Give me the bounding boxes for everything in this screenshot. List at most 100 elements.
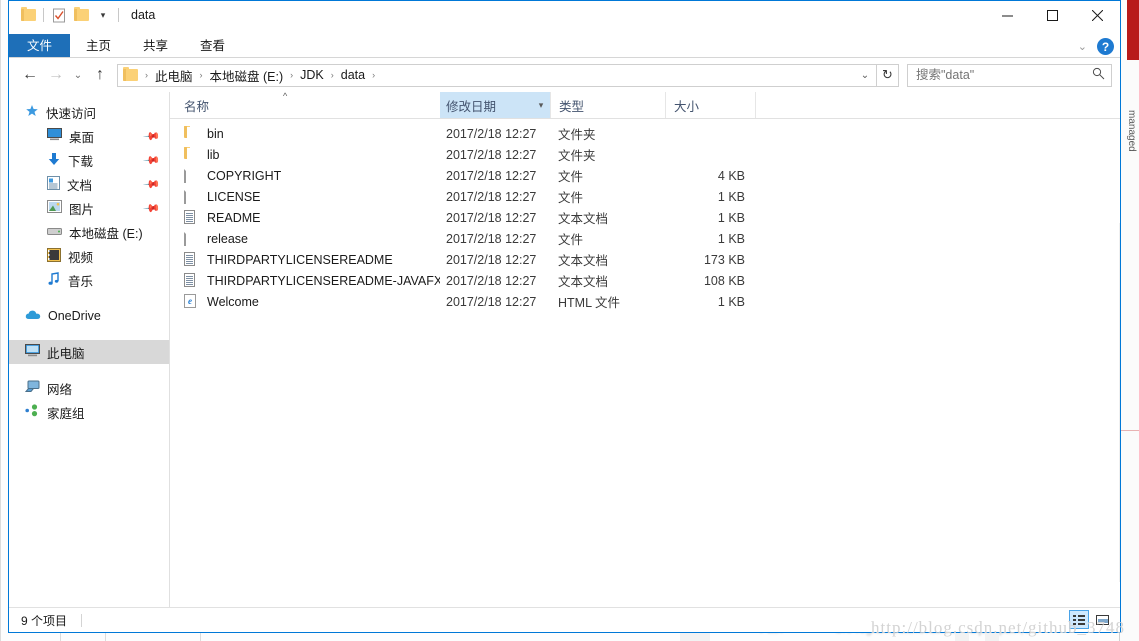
collapse-ribbon-icon[interactable]: ⌄: [1078, 40, 1087, 53]
close-button[interactable]: [1075, 1, 1120, 29]
forward-button[interactable]: →: [43, 62, 69, 88]
background-red-bar: [1127, 0, 1139, 60]
search-box[interactable]: [907, 63, 1112, 87]
column-header-size[interactable]: 大小: [665, 92, 755, 118]
file-name: THIRDPARTYLICENSEREADME-JAVAFX: [207, 273, 440, 288]
recent-locations-icon[interactable]: ⌄: [69, 62, 87, 88]
background-glyph: managed: [1126, 110, 1137, 152]
status-bar: 9 个项目: [9, 607, 1120, 632]
file-name: THIRDPARTYLICENSEREADME: [207, 252, 393, 267]
back-button[interactable]: ←: [17, 62, 43, 88]
chevron-down-icon[interactable]: ▾: [532, 92, 550, 118]
sidebar-item-onedrive[interactable]: OneDrive: [9, 304, 169, 328]
table-row[interactable]: bin 2017/2/18 12:27 文件夹: [170, 123, 1120, 144]
file-size: 1 KB: [717, 294, 745, 309]
breadcrumb-item-data[interactable]: data: [337, 68, 369, 82]
sidebar-item-this-pc[interactable]: 此电脑: [9, 340, 169, 364]
up-button[interactable]: ↑: [87, 62, 113, 88]
quick-access-toolbar[interactable]: ▾: [9, 1, 123, 29]
column-header-type[interactable]: 类型: [550, 92, 665, 118]
table-row[interactable]: lib 2017/2/18 12:27 文件夹: [170, 144, 1120, 165]
file-type: 文件: [558, 170, 584, 184]
table-row[interactable]: e Welcome 2017/2/18 12:27 HTML 文件 1 KB: [170, 291, 1120, 312]
file-name-cell[interactable]: lib: [170, 147, 440, 162]
html-file-icon: e: [184, 294, 199, 309]
large-icons-view-button[interactable]: [1092, 610, 1112, 629]
desktop-icon: [47, 128, 62, 144]
breadcrumb-separator: ›: [145, 70, 148, 80]
maximize-button[interactable]: [1030, 1, 1075, 29]
scrollbar-track[interactable]: [1119, 223, 1120, 582]
view-mode-buttons[interactable]: [1069, 610, 1112, 629]
sidebar-item-label: 视频: [68, 250, 94, 265]
sidebar-item-desktop[interactable]: 桌面 📌: [9, 124, 169, 148]
file-icon: [184, 231, 199, 246]
table-row[interactable]: LICENSE 2017/2/18 12:27 文件 1 KB: [170, 186, 1120, 207]
sidebar-item-quick-access[interactable]: 快速访问: [9, 100, 169, 124]
file-date: 2017/2/18 12:27: [446, 189, 537, 204]
pin-icon[interactable]: 📌: [143, 199, 162, 217]
sidebar-item-music[interactable]: 音乐: [9, 268, 169, 292]
breadcrumb-item-thispc[interactable]: 此电脑: [151, 66, 197, 85]
chevron-down-icon[interactable]: ▾: [92, 4, 114, 26]
refresh-button[interactable]: ↻: [877, 63, 899, 87]
sidebar-item-pictures[interactable]: 图片 📌: [9, 196, 169, 220]
search-input[interactable]: [914, 67, 1092, 83]
tab-view[interactable]: 查看: [184, 34, 241, 58]
minimize-button[interactable]: [985, 1, 1030, 29]
pin-icon[interactable]: 📌: [143, 175, 162, 193]
file-type: 文本文档: [558, 254, 609, 268]
new-folder-icon[interactable]: [70, 4, 92, 26]
details-view-button[interactable]: [1069, 610, 1089, 629]
file-name-cell[interactable]: LICENSE: [170, 189, 440, 204]
folder-icon[interactable]: [17, 4, 39, 26]
breadcrumb-item-jdk[interactable]: JDK: [296, 68, 328, 82]
pin-icon[interactable]: 📌: [143, 127, 162, 145]
sidebar-item-label: 桌面: [69, 130, 95, 145]
sidebar-item-local-disk-e[interactable]: 本地磁盘 (E:): [9, 220, 169, 244]
table-row[interactable]: THIRDPARTYLICENSEREADME 2017/2/18 12:27 …: [170, 249, 1120, 270]
large-icons-view-icon: [1095, 614, 1109, 625]
breadcrumb-separator: ›: [199, 70, 203, 80]
window-controls[interactable]: [985, 1, 1120, 29]
file-name-cell[interactable]: COPYRIGHT: [170, 168, 440, 183]
homegroup-icon: [25, 404, 40, 420]
file-name-cell[interactable]: bin: [170, 126, 440, 141]
text-document-icon: [184, 273, 199, 288]
file-name-cell[interactable]: e Welcome: [170, 294, 440, 309]
sidebar-item-documents[interactable]: 文档 📌: [9, 172, 169, 196]
column-header-name[interactable]: 名称 ^: [170, 91, 440, 118]
sidebar-item-network[interactable]: 网络: [9, 376, 169, 400]
file-size: 108 KB: [703, 273, 745, 288]
search-icon[interactable]: [1092, 67, 1105, 83]
file-name-cell[interactable]: THIRDPARTYLICENSEREADME: [170, 252, 440, 267]
tab-share[interactable]: 共享: [127, 34, 184, 58]
file-date: 2017/2/18 12:27: [446, 147, 537, 162]
breadcrumb[interactable]: › 此电脑 › 本地磁盘 (E:) › JDK › data › ⌄: [117, 63, 877, 87]
table-row[interactable]: README 2017/2/18 12:27 文本文档 1 KB: [170, 207, 1120, 228]
breadcrumb-separator: ›: [290, 70, 294, 80]
help-icon[interactable]: ?: [1097, 38, 1114, 55]
pin-icon[interactable]: 📌: [143, 151, 162, 169]
table-row[interactable]: COPYRIGHT 2017/2/18 12:27 文件 4 KB: [170, 165, 1120, 186]
address-dropdown-icon[interactable]: ⌄: [854, 70, 876, 81]
file-name-cell[interactable]: THIRDPARTYLICENSEREADME-JAVAFX: [170, 273, 440, 288]
table-row[interactable]: THIRDPARTYLICENSEREADME-JAVAFX 2017/2/18…: [170, 270, 1120, 291]
column-header-date-modified[interactable]: 修改日期 ▾: [440, 92, 550, 118]
ribbon-separator: [9, 57, 1120, 58]
sidebar-item-downloads[interactable]: 下载 📌: [9, 148, 169, 172]
sidebar-item-videos[interactable]: 视频: [9, 244, 169, 268]
folder-icon: [184, 126, 199, 141]
file-name-cell[interactable]: README: [170, 210, 440, 225]
breadcrumb-item-drive[interactable]: 本地磁盘 (E:): [206, 66, 288, 85]
sidebar-item-label: 文档: [67, 178, 93, 193]
file-name: Welcome: [207, 294, 259, 309]
sidebar-item-homegroup[interactable]: 家庭组: [9, 400, 169, 424]
table-row[interactable]: release 2017/2/18 12:27 文件 1 KB: [170, 228, 1120, 249]
tab-file[interactable]: 文件: [9, 34, 71, 58]
column-header-label: 类型: [559, 99, 585, 114]
file-name-cell[interactable]: release: [170, 231, 440, 246]
properties-icon[interactable]: [48, 4, 70, 26]
file-name: release: [207, 231, 248, 246]
tab-home[interactable]: 主页: [70, 34, 127, 58]
